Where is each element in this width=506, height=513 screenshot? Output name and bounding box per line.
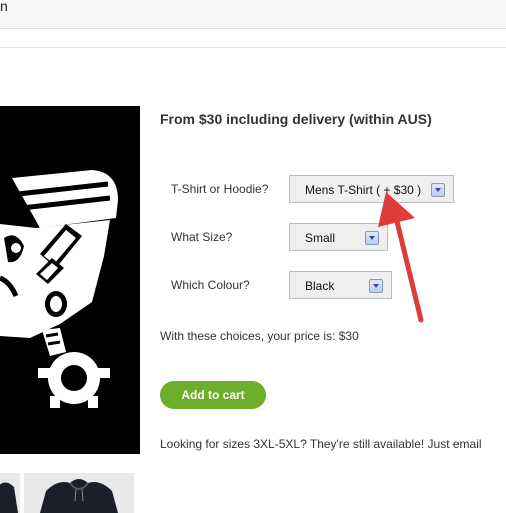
size-select[interactable]: Small [289,223,388,251]
hoodie-icon [40,479,118,513]
divider [0,47,506,48]
chevron-down-icon[interactable] [369,279,383,293]
sizes-note: Looking for sizes 3XL-5XL? They're still… [160,437,482,451]
price-summary: With these choices, your price is: $30 [160,329,359,343]
option-label-colour: Which Colour? [171,278,250,292]
top-bar: n [0,0,506,29]
option-label-garment: T-Shirt or Hoodie? [171,182,269,196]
colour-select-value: Black [305,279,335,293]
garment-select[interactable]: Mens T-Shirt ( + $30 ) [289,175,454,203]
top-bar-text: n [0,0,8,14]
add-to-cart-button[interactable]: Add to cart [160,381,266,409]
garment-select-value: Mens T-Shirt ( + $30 ) [305,183,422,197]
hoodie-icon [0,482,18,513]
chevron-down-icon[interactable] [431,183,445,197]
product-thumbnail-2[interactable] [24,473,134,513]
product-headline: From $30 including delivery (within AUS) [160,111,432,127]
option-label-size: What Size? [171,230,233,244]
product-thumbnail-1[interactable] [0,473,20,513]
size-select-value: Small [305,231,336,245]
product-image[interactable] [0,106,140,454]
piston-character-icon [0,170,118,408]
chevron-down-icon[interactable] [365,231,379,245]
colour-select[interactable]: Black [289,271,392,299]
